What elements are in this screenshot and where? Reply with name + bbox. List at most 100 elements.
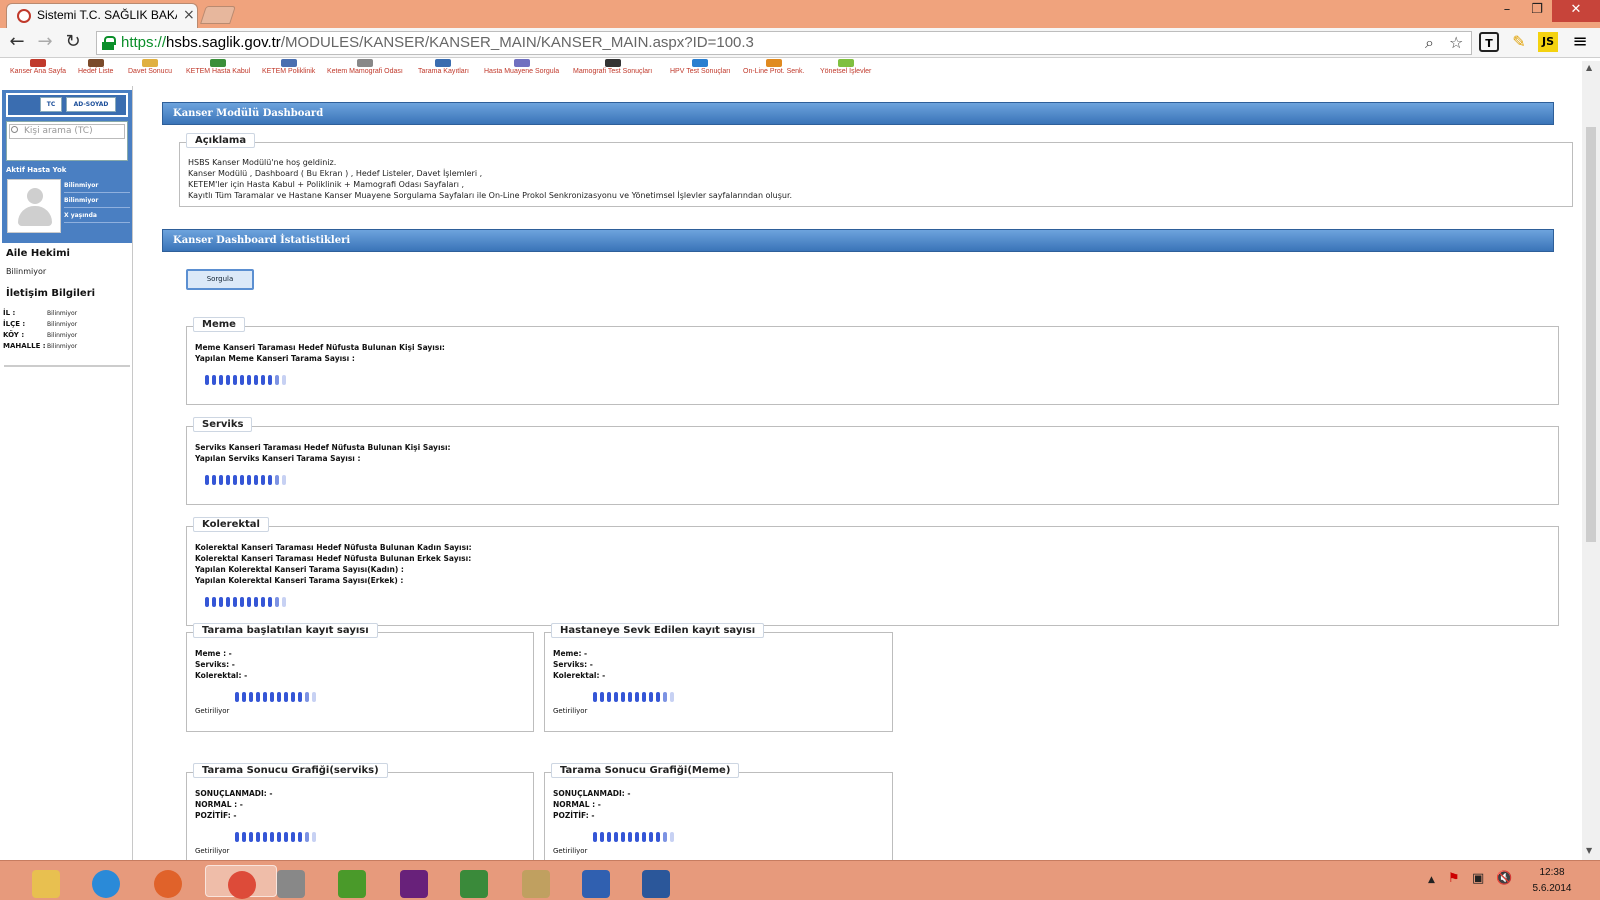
module-menu-label: Tarama Kayıtları bbox=[418, 68, 469, 75]
loading-dot bbox=[242, 832, 246, 842]
browser-toolbar: ← → ↻ https://hsbs.saglik.gov.tr/MODULES… bbox=[0, 28, 1600, 58]
new-tab-button[interactable] bbox=[200, 6, 236, 24]
scrollbar-thumb[interactable] bbox=[1586, 127, 1596, 542]
module-menu-label: Mamografi Test Sonuçları bbox=[573, 68, 653, 75]
loading-dot bbox=[628, 692, 632, 702]
loading-dot bbox=[219, 597, 223, 607]
taskbar-app-button[interactable] bbox=[90, 865, 122, 898]
description-line-1: HSBS Kanser Modülü'ne hoş geldiniz. bbox=[188, 158, 337, 167]
browser-menu-icon[interactable]: ≡ bbox=[1570, 32, 1590, 52]
query-button[interactable]: Sorgula bbox=[186, 269, 254, 290]
module-menu-item-10[interactable]: HPV Test Sonuçları bbox=[670, 59, 731, 75]
chrome-icon bbox=[228, 871, 256, 899]
module-menu-item-1[interactable]: Kanser Ana Sayfa bbox=[10, 59, 66, 75]
module-menu-item-2[interactable]: Hedef Liste bbox=[78, 59, 113, 75]
taskbar-app-button[interactable] bbox=[275, 865, 307, 898]
sidebar-divider bbox=[4, 365, 130, 367]
page-scrollbar[interactable]: ▲ ▼ bbox=[1582, 61, 1600, 860]
loading-dot bbox=[212, 597, 216, 607]
search-mode-tc-button[interactable]: TC bbox=[40, 97, 62, 112]
browser-tab-active[interactable]: Sistemi T.C. SAĞLIK BAKA × bbox=[6, 3, 198, 28]
module-menu-item-7[interactable]: Tarama Kayıtları bbox=[418, 59, 469, 75]
window-close-button[interactable]: ✕ bbox=[1552, 0, 1600, 22]
taskbar-app-button[interactable] bbox=[398, 865, 430, 898]
started-breast: Meme : - bbox=[195, 649, 232, 658]
back-arrow-icon[interactable]: ← bbox=[6, 31, 28, 53]
show-hidden-icons-icon[interactable]: ▲ bbox=[1428, 875, 1435, 885]
loading-dot bbox=[247, 597, 251, 607]
loading-dot bbox=[256, 692, 260, 702]
active-patient-label: Aktif Hasta Yok bbox=[6, 166, 67, 174]
taskbar-app-button[interactable] bbox=[30, 865, 62, 898]
scroll-up-arrow-icon[interactable]: ▲ bbox=[1586, 63, 1592, 72]
cervix-result-chart-legend: Tarama Sonucu Grafiği(serviks) bbox=[193, 763, 388, 778]
reload-icon[interactable]: ↻ bbox=[62, 31, 84, 53]
loading-dot bbox=[305, 692, 309, 702]
loading-dot bbox=[628, 832, 632, 842]
taskbar-app-button[interactable] bbox=[205, 865, 277, 899]
window-minimize-button[interactable]: – bbox=[1492, 0, 1522, 22]
chart-editor-icon bbox=[460, 870, 488, 898]
module-menu-item-3[interactable]: Davet Sonucu bbox=[128, 59, 172, 75]
extension-pencil-icon[interactable]: ✎ bbox=[1509, 32, 1529, 52]
loading-dot bbox=[249, 832, 253, 842]
cervix-positive: POZİTİF: - bbox=[195, 811, 237, 820]
loading-dot bbox=[607, 692, 611, 702]
tools-icon bbox=[277, 870, 305, 898]
module-menu-item-9[interactable]: Mamografi Test Sonuçları bbox=[573, 59, 652, 75]
loading-dot bbox=[226, 597, 230, 607]
loading-dot bbox=[226, 475, 230, 485]
loading-dot bbox=[593, 832, 597, 842]
zoom-magnifier-icon[interactable]: ⌕ bbox=[1425, 33, 1434, 53]
started-colorectal: Kolerektal: - bbox=[195, 671, 248, 680]
loading-dot bbox=[219, 375, 223, 385]
colorectal-screened-female: Yapılan Kolerektal Kanseri Tarama Sayısı… bbox=[195, 565, 404, 574]
scroll-down-arrow-icon[interactable]: ▼ bbox=[1586, 846, 1592, 855]
module-menu-label: KETEM Hasta Kabul bbox=[186, 68, 251, 75]
loading-dot bbox=[282, 597, 286, 607]
extension-t-icon[interactable]: T bbox=[1479, 32, 1499, 52]
taskbar-app-button[interactable] bbox=[640, 865, 672, 898]
module-menu-item-8[interactable]: Hasta Muayene Sorgula bbox=[484, 59, 559, 75]
module-menu-item-5[interactable]: KETEM Poliklinik bbox=[262, 59, 315, 75]
extension-js-icon[interactable]: JS bbox=[1538, 32, 1558, 52]
search-mode-name-button[interactable]: AD-SOYAD bbox=[66, 97, 116, 112]
breast-normal: NORMAL : - bbox=[553, 800, 601, 809]
globe-icon bbox=[692, 59, 709, 67]
url-text[interactable]: https://hsbs.saglik.gov.tr/MODULES/KANSE… bbox=[121, 34, 754, 51]
loading-dot bbox=[642, 692, 646, 702]
taskbar-app-button[interactable] bbox=[580, 865, 612, 898]
bookmark-star-icon[interactable]: ☆ bbox=[1449, 33, 1463, 52]
module-menu-label: Yönetsel İşlevler bbox=[820, 68, 872, 75]
taskbar-app-button[interactable] bbox=[520, 865, 552, 898]
module-menu-item-6[interactable]: Ketem Mamografi Odası bbox=[327, 59, 403, 75]
module-menu-item-4[interactable]: KETEM Hasta Kabul bbox=[186, 59, 250, 75]
cervix-stats-fieldset: Serviks Serviks Kanseri Taraması Hedef N… bbox=[186, 417, 1559, 505]
taskbar-app-button[interactable] bbox=[336, 865, 368, 898]
description-legend: Açıklama bbox=[186, 133, 256, 148]
taskbar-app-button[interactable] bbox=[458, 865, 490, 898]
person-search-input[interactable]: Kişi arama (TC) bbox=[9, 124, 125, 139]
volume-muted-icon[interactable]: 🔇 bbox=[1496, 871, 1512, 886]
address-district-value: Bilinmiyor bbox=[47, 321, 78, 328]
cervix-target-count: Serviks Kanseri Taraması Hedef Nüfusta B… bbox=[195, 443, 451, 452]
address-bar[interactable]: https://hsbs.saglik.gov.tr/MODULES/KANSE… bbox=[96, 31, 1472, 55]
network-icon[interactable]: ▣ bbox=[1472, 871, 1484, 886]
window-maximize-button[interactable]: ❐ bbox=[1522, 0, 1552, 22]
tab-close-icon[interactable]: × bbox=[183, 7, 195, 23]
module-menu-item-12[interactable]: Yönetsel İşlevler bbox=[820, 59, 871, 75]
action-center-flag-icon[interactable]: ⚑ bbox=[1448, 871, 1460, 886]
loading-dot bbox=[593, 692, 597, 702]
contact-info-title: İletişim Bilgileri bbox=[6, 288, 96, 299]
clock-date: 5.6.2014 bbox=[1532, 883, 1572, 894]
loading-dot bbox=[256, 832, 260, 842]
loading-dot bbox=[233, 375, 237, 385]
forward-arrow-icon[interactable]: → bbox=[34, 31, 56, 53]
module-menu-item-11[interactable]: On-Line Prot. Senk. bbox=[743, 59, 804, 75]
system-clock[interactable]: 12:38 5.6.2014 bbox=[1524, 865, 1580, 897]
loading-dot bbox=[275, 597, 279, 607]
taskbar-app-button[interactable] bbox=[152, 865, 184, 898]
module-menu-label: Hedef Liste bbox=[78, 68, 114, 75]
module-menu-label: Hasta Muayene Sorgula bbox=[484, 68, 560, 75]
breast-result-chart-fieldset: Tarama Sonucu Grafiği(Meme) SONUÇLANMADI… bbox=[544, 763, 893, 872]
